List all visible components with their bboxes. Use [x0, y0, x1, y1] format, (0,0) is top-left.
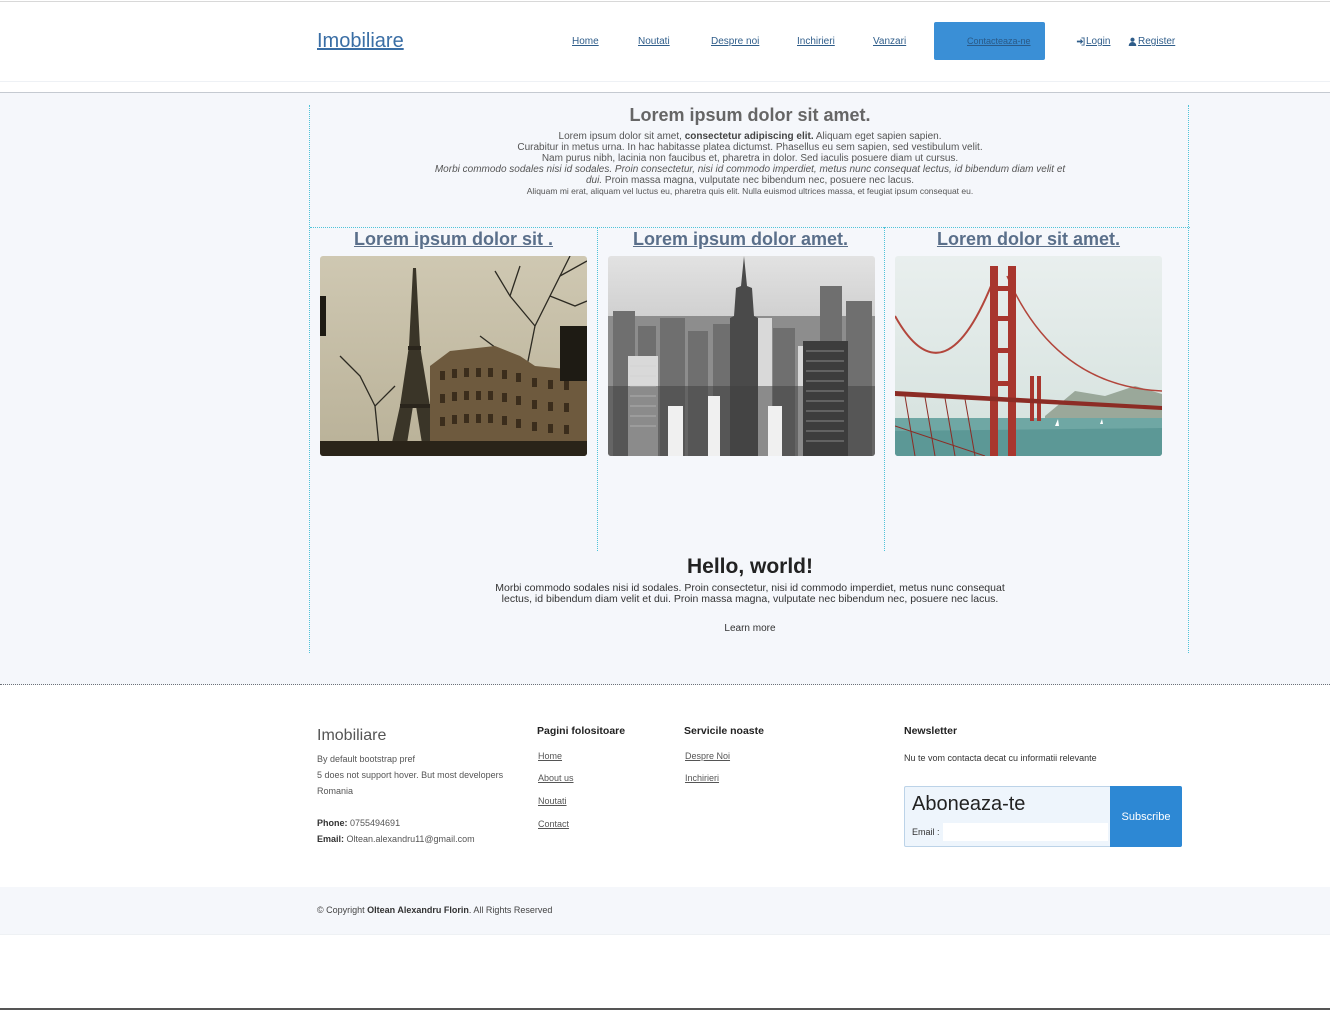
footer-services-heading: Servicile noaste — [684, 725, 764, 737]
newsletter-title: Aboneaza-te — [912, 793, 1026, 815]
footer-desc: Romania — [317, 786, 354, 796]
register-label: Register — [1138, 36, 1176, 47]
intro-line2: Curabitur in metus urna. In hac habitass… — [517, 142, 983, 153]
card-title[interactable]: Lorem ipsum dolor sit . — [320, 229, 587, 250]
footer-link-despre-noi[interactable]: Despre Noi — [685, 751, 730, 761]
card-title[interactable]: Lorem dolor sit amet. — [895, 229, 1162, 250]
main-section: Lorem ipsum dolor sit amet. Lorem ipsum … — [0, 92, 1330, 685]
intro-line5: Aliquam mi erat, aliquam vel luctus eu, … — [526, 186, 974, 196]
intro-line1-bold: consectetur adipiscing elit. — [684, 131, 814, 142]
footer-phone: Phone: 0755494691 — [317, 818, 400, 828]
hero-text: Morbi commodo sodales nisi id sodales. P… — [495, 582, 1005, 605]
column-divider — [884, 227, 885, 551]
intro-line4-end: Proin massa magna, vulputate nec bibendu… — [602, 175, 914, 186]
phone-label: Phone: — [317, 818, 348, 828]
intro-line1-start: Lorem ipsum dolor sit amet, — [558, 131, 685, 142]
footer-link-about[interactable]: About us — [538, 773, 574, 783]
newsletter-note: Nu te vom contacta decat cu informatii r… — [904, 753, 1097, 763]
nav-inchirieri[interactable]: Inchirieri — [797, 36, 835, 47]
footer-desc: 5 does not support hover. But most devel… — [317, 770, 504, 780]
email-label: Email: — [317, 834, 345, 844]
login-icon — [1076, 37, 1085, 46]
golden-gate-bridge-image — [895, 256, 1162, 456]
copyright-bar: © Copyright Oltean Alexandru Florin. All… — [0, 887, 1330, 935]
newsletter-email-input[interactable] — [943, 823, 1108, 841]
nav-noutati[interactable]: Noutati — [638, 36, 670, 47]
footer-link-home[interactable]: Home — [538, 751, 562, 761]
phone-value: 0755494691 — [350, 818, 401, 828]
cards-row-divider — [310, 227, 1190, 228]
new-york-skyline-image — [608, 256, 875, 456]
register-link[interactable]: Register — [1128, 36, 1175, 47]
main-container: Lorem ipsum dolor sit amet. Lorem ipsum … — [309, 105, 1190, 653]
learn-more-button[interactable]: Learn more — [310, 623, 1190, 634]
newsletter-heading: Newsletter — [904, 725, 958, 737]
newsletter-form: Aboneaza-te Email : Subscribe — [904, 786, 1182, 847]
email-value: Oltean.alexandru11@gmail.com — [346, 834, 475, 844]
footer-link-contact[interactable]: Contact — [538, 819, 569, 829]
contact-button[interactable]: Contacteaza-ne — [934, 22, 1045, 60]
copyright-name: Oltean Alexandru Florin — [367, 905, 469, 915]
nav-vanzari[interactable]: Vanzari — [873, 36, 906, 47]
footer-link-inchirieri[interactable]: Inchirieri — [685, 773, 719, 783]
brand-link[interactable]: Imobiliare — [317, 30, 404, 53]
footer-email: Email: Oltean.alexandru11@gmail.com — [317, 834, 475, 844]
footer-desc: By default bootstrap pref — [317, 754, 416, 764]
intro-text: Lorem ipsum dolor sit amet, consectetur … — [430, 131, 1070, 197]
email-field-label: Email : — [912, 827, 940, 837]
column-divider — [597, 227, 598, 551]
footer-link-noutati[interactable]: Noutati — [538, 796, 567, 806]
footer-brand: Imobiliare — [317, 727, 387, 744]
card-title[interactable]: Lorem ipsum dolor amet. — [607, 229, 874, 250]
copyright-prefix: © Copyright — [317, 905, 368, 915]
subscribe-button[interactable]: Subscribe — [1110, 786, 1182, 847]
intro-title: Lorem ipsum dolor sit amet. — [629, 105, 871, 125]
intro-line3: Nam purus nibh, lacinia non faucibus et,… — [541, 153, 959, 164]
copyright-text: © Copyright Oltean Alexandru Florin. All… — [317, 905, 552, 915]
site-header: Imobiliare Home Noutati Despre noi Inchi… — [0, 2, 1330, 82]
hero-title: Hello, world! — [687, 555, 813, 578]
nav-home[interactable]: Home — [572, 36, 599, 47]
copyright-suffix: . All Rights Reserved — [468, 905, 553, 915]
user-icon — [1128, 37, 1137, 46]
eiffel-tower-image — [320, 256, 587, 456]
login-link[interactable]: Login — [1076, 36, 1110, 47]
login-label: Login — [1086, 36, 1111, 47]
nav-despre-noi[interactable]: Despre noi — [711, 36, 759, 47]
contact-button-label: Contacteaza-ne — [967, 36, 1031, 46]
footer-useful-pages-heading: Pagini folositoare — [537, 725, 626, 737]
intro-line1-end: Aliquam eget sapien sapien. — [813, 131, 942, 142]
